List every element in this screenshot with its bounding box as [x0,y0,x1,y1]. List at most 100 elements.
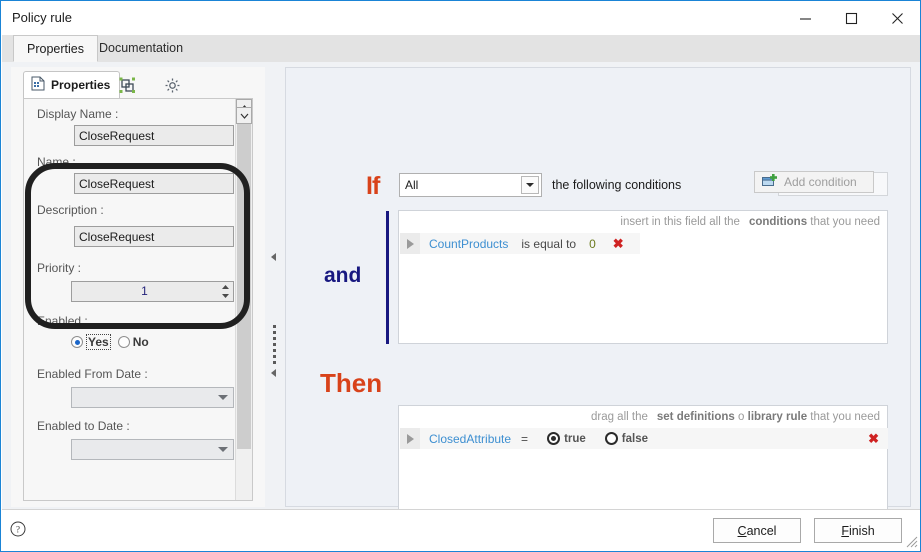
window-controls [782,1,920,35]
action-true-label: true [564,432,586,445]
add-condition-icon [762,173,778,191]
window-title: Policy rule [12,10,72,25]
help-question-icon[interactable]: ? [10,521,26,540]
actions-hint-part1: drag all the [590,411,648,423]
action-false-radio[interactable]: false [604,432,649,445]
condition-value[interactable]: 0 [589,237,596,251]
actions-hint-mid: o [738,411,745,423]
condition-operator[interactable]: is equal to [521,237,576,251]
minimize-button[interactable] [782,1,828,35]
enabled-yes-radio[interactable]: Yes [71,334,111,350]
and-group-bar [386,211,389,344]
conditions-hint-part2: that you need [810,216,880,228]
condition-field[interactable]: CountProducts [429,237,508,251]
maximize-button[interactable] [828,1,874,35]
action-false-label: false [621,432,649,445]
match-type-select[interactable]: All [399,173,542,197]
match-type-value: All [405,178,419,192]
conditions-hint: insert in this field all the conditions t… [620,216,880,228]
cancel-button[interactable]: Cancel [713,518,801,543]
title-bar: Policy rule [1,1,920,35]
action-true-radio[interactable]: true [547,432,586,445]
following-conditions-label: the following conditions [552,178,682,192]
actions-hint-strong1: set definitions [656,411,735,423]
close-button[interactable] [874,1,920,35]
action-equals: = [521,431,529,446]
then-keyword: Then [320,368,383,398]
enabled-no-radio[interactable]: No [117,335,149,349]
remove-condition-icon[interactable]: ✖ [613,236,624,252]
conditions-hint-strong: conditions [748,216,808,228]
name-input[interactable] [74,173,234,194]
subtab-properties-label: Properties [51,78,111,92]
and-keyword: and [324,264,362,287]
cancel-label: ancel [746,523,777,538]
svg-text:?: ? [16,525,20,535]
properties-toolbar: Properties [11,71,265,99]
stepper-up-icon [221,285,229,290]
scroll-down-button[interactable] [236,107,252,124]
properties-scroll-container: Display Name : Name : Description : Prio… [23,98,253,501]
properties-scrollbar[interactable] [235,99,252,500]
collapse-left-arrow-icon[interactable] [271,253,276,261]
subtab-properties[interactable]: Properties [23,71,121,98]
collapse-left-arrow-icon-2[interactable] [271,369,276,377]
splitter-grip[interactable] [273,325,276,367]
priority-stepper[interactable]: 1 [71,281,234,302]
condition-row[interactable]: CountProducts is equal to 0 ✖ [400,233,640,254]
if-keyword: If [366,172,380,200]
enabled-to-date-picker[interactable] [71,439,234,460]
properties-grid-icon [31,76,45,94]
description-label: Description : [37,203,104,217]
enabled-from-date-picker[interactable] [71,387,234,408]
cancel-mnemonic: C [737,523,747,538]
expand-triangle-icon[interactable] [400,233,420,254]
radio-unselected-icon [604,432,618,445]
resize-grip-icon[interactable] [906,536,918,548]
enabled-to-date-label: Enabled to Date : [37,419,130,433]
main-tab-strip: Properties Documentation [2,35,920,63]
settings-gear-icon[interactable] [161,75,183,95]
dialog-body: Properties Display Name: CloseRequest N… [2,62,920,538]
chevron-down-icon [218,447,228,452]
tab-documentation[interactable]: Documentation [86,35,196,62]
action-row[interactable]: ClosedAttribute = true false ✖ [400,428,888,449]
radio-selected-icon [547,432,561,445]
description-input[interactable] [74,226,234,247]
chevron-down-icon [240,113,248,119]
add-condition-button[interactable]: Add condition [754,171,874,193]
conditions-dropzone[interactable]: insert in this field all the conditions t… [398,210,888,344]
display-name-input[interactable] [74,125,234,146]
name-label: Name : [37,155,76,169]
priority-label: Priority : [37,261,82,275]
conditions-hint-part1: insert in this field all the [620,216,740,228]
enabled-radio-group: Yes No [71,334,149,350]
actions-hint: drag all the set definitions o library ru… [591,411,880,423]
stepper-down-icon [221,293,229,298]
expand-triangle-icon[interactable] [400,428,420,449]
priority-value: 1 [141,284,148,298]
add-condition-label: Add condition [784,175,857,189]
action-field[interactable]: ClosedAttribute [429,432,511,446]
priority-stepper-arrows[interactable] [219,283,231,300]
enabled-no-label: No [132,335,149,349]
enabled-yes-label: Yes [86,334,111,350]
rule-editor-panel: If All the following conditions Use Else… [285,67,911,538]
enabled-label: Enabled : [37,314,88,328]
actions-hint-strong2: library rule [747,411,808,423]
enabled-from-date-label: Enabled From Date : [37,367,148,381]
actions-hint-part2: that you need [810,411,880,423]
chevron-down-icon [218,395,228,400]
finish-button[interactable]: Finish [814,518,902,543]
display-name-label: Display Name : [37,107,119,121]
chevron-down-icon[interactable] [521,176,539,194]
finish-label: inish [848,523,875,538]
remove-action-icon[interactable]: ✖ [868,431,879,447]
finish-mnemonic: F [841,523,849,538]
scrollbar-thumb[interactable] [237,117,251,449]
layout-group-icon[interactable] [116,75,138,95]
properties-form: Display Name : Name : Description : Prio… [24,99,235,500]
properties-left-panel: Properties Display Name: CloseRequest N… [11,67,265,507]
panel-splitter[interactable] [268,67,282,507]
dialog-footer: ? Cancel Finish [2,509,920,550]
